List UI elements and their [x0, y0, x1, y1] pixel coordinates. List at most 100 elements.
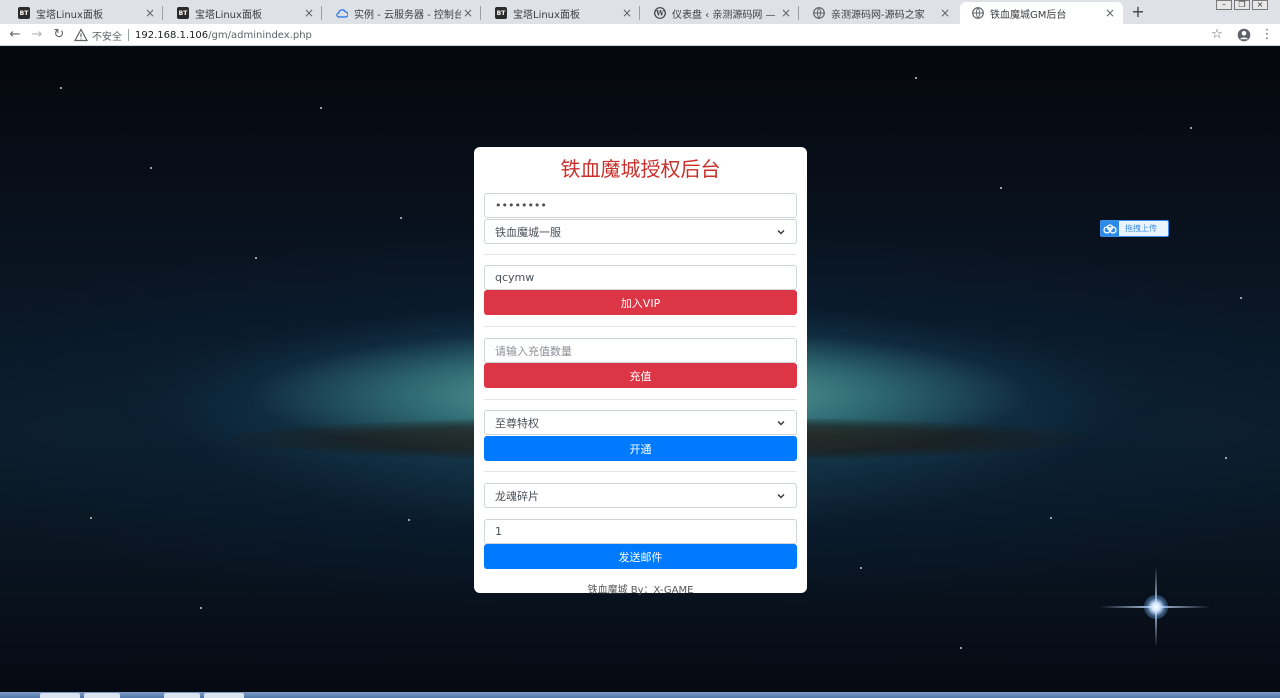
- cloud-upload-icon: [1101, 221, 1119, 236]
- close-icon[interactable]: ×: [620, 6, 634, 20]
- globe-icon: [813, 7, 825, 19]
- close-icon[interactable]: ×: [461, 6, 475, 20]
- server-select[interactable]: 铁血魔城一服: [484, 219, 797, 244]
- star: [320, 107, 322, 109]
- svg-text:W: W: [655, 9, 664, 18]
- bt-icon: BT: [495, 7, 507, 19]
- privilege-select[interactable]: 至尊特权: [484, 410, 797, 435]
- new-tab-button[interactable]: +: [1128, 2, 1148, 22]
- tab-title: 亲测源码网-源码之家: [831, 9, 925, 21]
- close-icon[interactable]: ×: [302, 6, 316, 20]
- taskbar-item[interactable]: [40, 693, 80, 698]
- star: [60, 87, 62, 89]
- tab-wordpress-dashboard[interactable]: W 仪表盘 ‹ 亲测源码网 — WordPr ×: [642, 2, 799, 24]
- divider: [484, 471, 797, 472]
- profile-icon[interactable]: [1235, 26, 1253, 44]
- password-value: ••••••••: [495, 199, 547, 212]
- chevron-down-icon: [777, 229, 785, 234]
- star: [1000, 187, 1002, 189]
- quantity-field[interactable]: 1: [484, 519, 797, 544]
- os-taskbar: [0, 692, 1280, 698]
- account-field[interactable]: qcymw: [484, 265, 797, 290]
- recharge-amount-field[interactable]: 请输入充值数量: [484, 338, 797, 363]
- taskbar-item[interactable]: [164, 693, 200, 698]
- add-vip-button[interactable]: 加入VIP: [484, 290, 797, 315]
- close-icon[interactable]: ×: [779, 6, 793, 20]
- globe-icon: [972, 7, 984, 19]
- divider: [484, 326, 797, 327]
- tab-gm-admin[interactable]: 铁血魔城GM后台 ×: [960, 2, 1123, 24]
- tab-strip: BT 宝塔Linux面板 × BT 宝塔Linux面板 × 实例 - 云服务器 …: [0, 0, 1280, 24]
- tab-title: 仪表盘 ‹ 亲测源码网 — WordPr: [672, 9, 779, 21]
- chevron-down-icon: [777, 493, 785, 498]
- bt-icon: BT: [18, 7, 30, 19]
- item-select[interactable]: 龙魂碎片: [484, 483, 797, 508]
- tab-title: 宝塔Linux面板: [36, 9, 103, 21]
- bright-star: [1144, 595, 1168, 619]
- page-title: 铁血魔城授权后台: [560, 157, 721, 181]
- taskbar-item[interactable]: [204, 693, 244, 698]
- admin-panel-card: 铁血魔城授权后台 •••••••• 铁血魔城一服 qcymw 加入VIP 请输入…: [474, 147, 807, 596]
- url-text[interactable]: 192.168.1.106/gm/adminindex.php: [135, 30, 312, 41]
- cloud-icon: [336, 7, 348, 19]
- tab-title: 宝塔Linux面板: [195, 9, 262, 21]
- server-select-value: 铁血魔城一服: [495, 225, 561, 239]
- forward-icon[interactable]: →: [28, 26, 46, 44]
- bt-icon: BT: [177, 7, 189, 19]
- page-viewport: 拖拽上传 铁血魔城授权后台 •••••••• 铁血魔城一服 qcymw 加入VI…: [0, 47, 1280, 692]
- security-label: 不安全: [92, 31, 122, 43]
- upload-label: 拖拽上传: [1125, 224, 1157, 233]
- browser-toolbar: ← → ↻ 不安全 192.168.1.106/gm/adminindex.ph…: [0, 24, 1280, 46]
- divider: [484, 399, 797, 400]
- warning-icon: [74, 28, 88, 42]
- restore-icon[interactable]: ❐: [1234, 0, 1250, 10]
- tab-bt-panel-1[interactable]: BT 宝塔Linux面板 ×: [6, 2, 163, 24]
- star: [1050, 517, 1052, 519]
- tab-bt-panel-3[interactable]: BT 宝塔Linux面板 ×: [483, 2, 640, 24]
- password-field[interactable]: ••••••••: [484, 193, 797, 218]
- recharge-placeholder: 请输入充值数量: [495, 344, 572, 358]
- star: [1225, 457, 1227, 459]
- drag-upload-button[interactable]: 拖拽上传: [1100, 220, 1169, 237]
- star: [860, 567, 862, 569]
- star: [408, 519, 410, 521]
- wordpress-icon: W: [654, 7, 666, 19]
- chevron-down-icon: [777, 420, 785, 425]
- star: [200, 607, 202, 609]
- star: [1240, 297, 1242, 299]
- divider: [484, 254, 797, 255]
- footer-credit: 铁血魔城 By：X-GAME: [587, 585, 694, 596]
- separator: [128, 29, 129, 41]
- star: [1190, 127, 1192, 129]
- star: [915, 77, 917, 79]
- star: [960, 647, 962, 649]
- recharge-button[interactable]: 充值: [484, 363, 797, 388]
- send-mail-button[interactable]: 发送邮件: [484, 544, 797, 569]
- tab-source-site[interactable]: 亲测源码网-源码之家 ×: [801, 2, 958, 24]
- tab-title: 铁血魔城GM后台: [990, 9, 1067, 21]
- tab-bt-panel-2[interactable]: BT 宝塔Linux面板 ×: [165, 2, 322, 24]
- menu-icon[interactable]: ⋮: [1258, 26, 1276, 44]
- star: [255, 257, 257, 259]
- back-icon[interactable]: ←: [6, 26, 24, 44]
- url-path: /gm/adminindex.php: [208, 29, 312, 41]
- activate-button[interactable]: 开通: [484, 436, 797, 461]
- minimize-icon[interactable]: –: [1216, 0, 1232, 10]
- account-value: qcymw: [495, 271, 535, 284]
- privilege-select-value: 至尊特权: [495, 416, 539, 430]
- quantity-value: 1: [495, 525, 502, 538]
- reload-icon[interactable]: ↻: [50, 26, 68, 44]
- close-window-icon[interactable]: ×: [1252, 0, 1268, 10]
- tab-cloud-console[interactable]: 实例 - 云服务器 - 控制台 ×: [324, 2, 481, 24]
- star: [150, 167, 152, 169]
- tab-title: 宝塔Linux面板: [513, 9, 580, 21]
- close-icon[interactable]: ×: [143, 6, 157, 20]
- taskbar-item[interactable]: [84, 693, 120, 698]
- tab-title: 实例 - 云服务器 - 控制台: [354, 9, 461, 21]
- item-select-value: 龙魂碎片: [495, 489, 539, 503]
- bookmark-star-icon[interactable]: ☆: [1208, 26, 1226, 44]
- close-icon[interactable]: ×: [1103, 6, 1117, 20]
- star: [90, 517, 92, 519]
- close-icon[interactable]: ×: [938, 6, 952, 20]
- address-bar[interactable]: 不安全 192.168.1.106/gm/adminindex.php: [74, 26, 1198, 44]
